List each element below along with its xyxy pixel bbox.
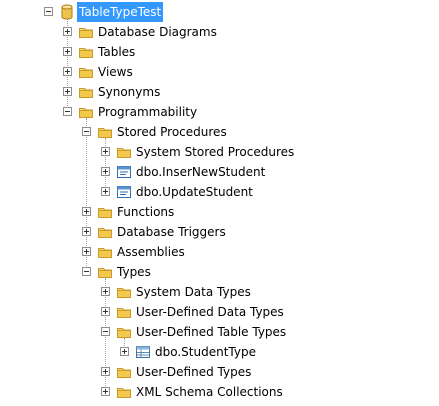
table-type-icon [135,344,151,360]
expand-plus-icon[interactable] [63,87,72,96]
tree-node-label[interactable]: Database Diagrams [96,22,219,42]
tree-node[interactable]: User-Defined Data Types [0,302,439,322]
folder-icon [116,364,132,380]
tree-node-label[interactable]: Functions [115,202,176,222]
folder-icon [78,24,94,40]
folder-icon [78,104,94,120]
folder-icon [97,124,113,140]
stored-procedure-icon [116,164,132,180]
tree-node[interactable]: System Stored Procedures [0,142,439,162]
object-explorer-tree: TableTypeTest Database Diagrams Tables View… [0,0,439,406]
folder-icon [116,384,132,400]
tree-node[interactable]: Tables [0,42,439,62]
expand-plus-icon[interactable] [101,307,110,316]
folder-icon [116,324,132,340]
tree-node[interactable]: Views [0,62,439,82]
expand-plus-icon[interactable] [82,247,91,256]
folder-icon [116,284,132,300]
tree-node-label[interactable]: Stored Procedures [115,122,229,142]
tree-node-label[interactable]: Views [96,62,135,82]
tree-node-label[interactable]: dbo.UpdateStudent [134,182,255,202]
collapse-minus-icon[interactable] [63,107,72,116]
tree-node-label[interactable]: Database Triggers [115,222,228,242]
expand-plus-icon[interactable] [101,287,110,296]
tree-node-label[interactable]: dbo.StudentType [153,342,258,362]
tree-node-label[interactable]: System Data Types [134,282,253,302]
tree-node[interactable]: User-Defined Types [0,362,439,382]
tree-node[interactable]: XML Schema Collections [0,382,439,402]
tree-node-label[interactable]: Tables [96,42,137,62]
expand-plus-icon[interactable] [101,147,110,156]
tree-node-label[interactable]: dbo.InserNewStudent [134,162,267,182]
tree-node[interactable]: Database Triggers [0,222,439,242]
folder-icon [97,224,113,240]
expand-plus-icon[interactable] [101,367,110,376]
tree-node-label[interactable]: User-Defined Table Types [134,322,288,342]
tree-node-label[interactable]: User-Defined Types [134,362,253,382]
collapse-minus-icon[interactable] [44,7,53,16]
tree-node[interactable]: User-Defined Table Types [0,322,439,342]
tree-node-label[interactable]: System Stored Procedures [134,142,296,162]
tree-node[interactable]: Assemblies [0,242,439,262]
folder-icon [116,304,132,320]
tree-node[interactable]: Database Diagrams [0,22,439,42]
folder-icon [78,44,94,60]
tree-node[interactable]: Programmability [0,102,439,122]
collapse-minus-icon[interactable] [82,127,91,136]
tree-node[interactable]: Functions [0,202,439,222]
expand-plus-icon[interactable] [101,387,110,396]
tree-node[interactable]: Synonyms [0,82,439,102]
folder-icon [78,64,94,80]
tree-node-label[interactable]: Programmability [96,102,199,122]
tree-node-label[interactable]: User-Defined Data Types [134,302,286,322]
database-icon [59,4,75,20]
tree-node-label[interactable]: Synonyms [96,82,162,102]
folder-icon [97,244,113,260]
expand-plus-icon[interactable] [120,347,129,356]
tree-node[interactable]: System Data Types [0,282,439,302]
collapse-minus-icon[interactable] [101,327,110,336]
expand-plus-icon[interactable] [82,207,91,216]
expand-plus-icon[interactable] [63,47,72,56]
folder-icon [97,264,113,280]
folder-icon [116,144,132,160]
tree-node[interactable]: Types [0,262,439,282]
tree-node-label[interactable]: Assemblies [115,242,187,262]
folder-icon [97,204,113,220]
folder-icon [78,84,94,100]
tree-node[interactable]: Stored Procedures [0,122,439,142]
tree-node-label[interactable]: Types [115,262,153,282]
tree-node[interactable]: dbo.InserNewStudent [0,162,439,182]
tree-node[interactable]: dbo.StudentType [0,342,439,362]
tree-node[interactable]: TableTypeTest [0,2,439,22]
expand-plus-icon[interactable] [101,187,110,196]
tree-node-label[interactable]: TableTypeTest [77,2,164,22]
expand-plus-icon[interactable] [82,227,91,236]
tree-node[interactable]: dbo.UpdateStudent [0,182,439,202]
collapse-minus-icon[interactable] [82,267,91,276]
tree-node-label[interactable]: XML Schema Collections [134,382,285,402]
expand-plus-icon[interactable] [63,67,72,76]
expand-plus-icon[interactable] [63,27,72,36]
expand-plus-icon[interactable] [101,167,110,176]
stored-procedure-icon [116,184,132,200]
